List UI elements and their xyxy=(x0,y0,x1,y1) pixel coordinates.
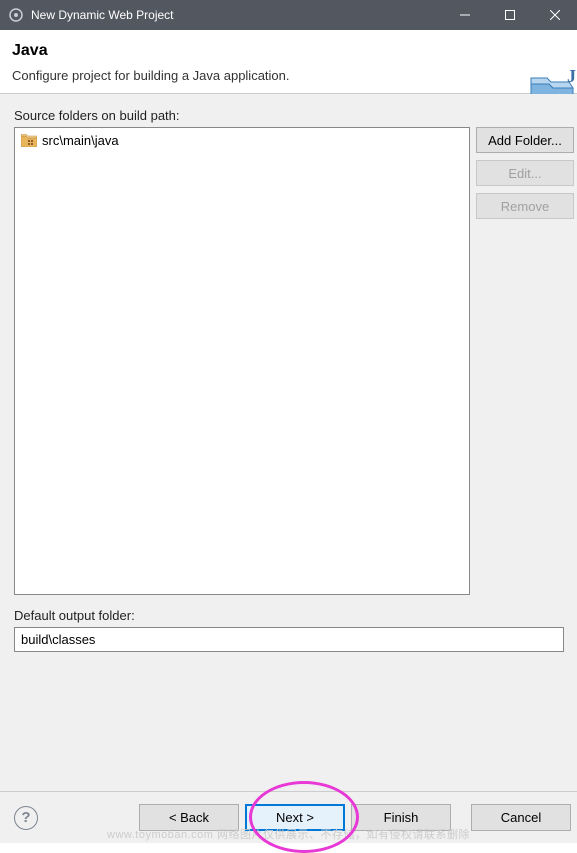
window-title: New Dynamic Web Project xyxy=(31,8,442,22)
output-folder-input[interactable] xyxy=(14,627,564,652)
back-button[interactable]: < Back xyxy=(139,804,239,831)
cancel-button[interactable]: Cancel xyxy=(471,804,571,831)
source-folders-label: Source folders on build path: xyxy=(14,108,577,123)
edit-button: Edit... xyxy=(476,160,574,186)
add-folder-button[interactable]: Add Folder... xyxy=(476,127,574,153)
close-button[interactable] xyxy=(532,0,577,30)
app-icon xyxy=(8,7,24,23)
svg-text:J: J xyxy=(567,68,576,86)
package-folder-icon xyxy=(21,134,37,147)
next-button[interactable]: Next > xyxy=(245,804,345,831)
help-icon[interactable]: ? xyxy=(14,806,38,830)
tree-item[interactable]: src\main\java xyxy=(21,131,463,150)
minimize-button[interactable] xyxy=(442,0,487,30)
page-title: Java xyxy=(12,42,561,60)
wizard-content: Source folders on build path: src\main\j… xyxy=(0,94,577,843)
finish-button[interactable]: Finish xyxy=(351,804,451,831)
tree-item-label: src\main\java xyxy=(42,133,119,148)
window-titlebar: New Dynamic Web Project xyxy=(0,0,577,30)
source-folders-tree[interactable]: src\main\java xyxy=(14,127,470,595)
maximize-button[interactable] xyxy=(487,0,532,30)
wizard-banner: Java Configure project for building a Ja… xyxy=(0,30,577,94)
remove-button: Remove xyxy=(476,193,574,219)
window-controls xyxy=(442,0,577,30)
output-folder-label: Default output folder: xyxy=(14,608,577,623)
page-description: Configure project for building a Java ap… xyxy=(12,68,561,83)
wizard-footer: ? < Back Next > Finish Cancel xyxy=(0,791,577,843)
